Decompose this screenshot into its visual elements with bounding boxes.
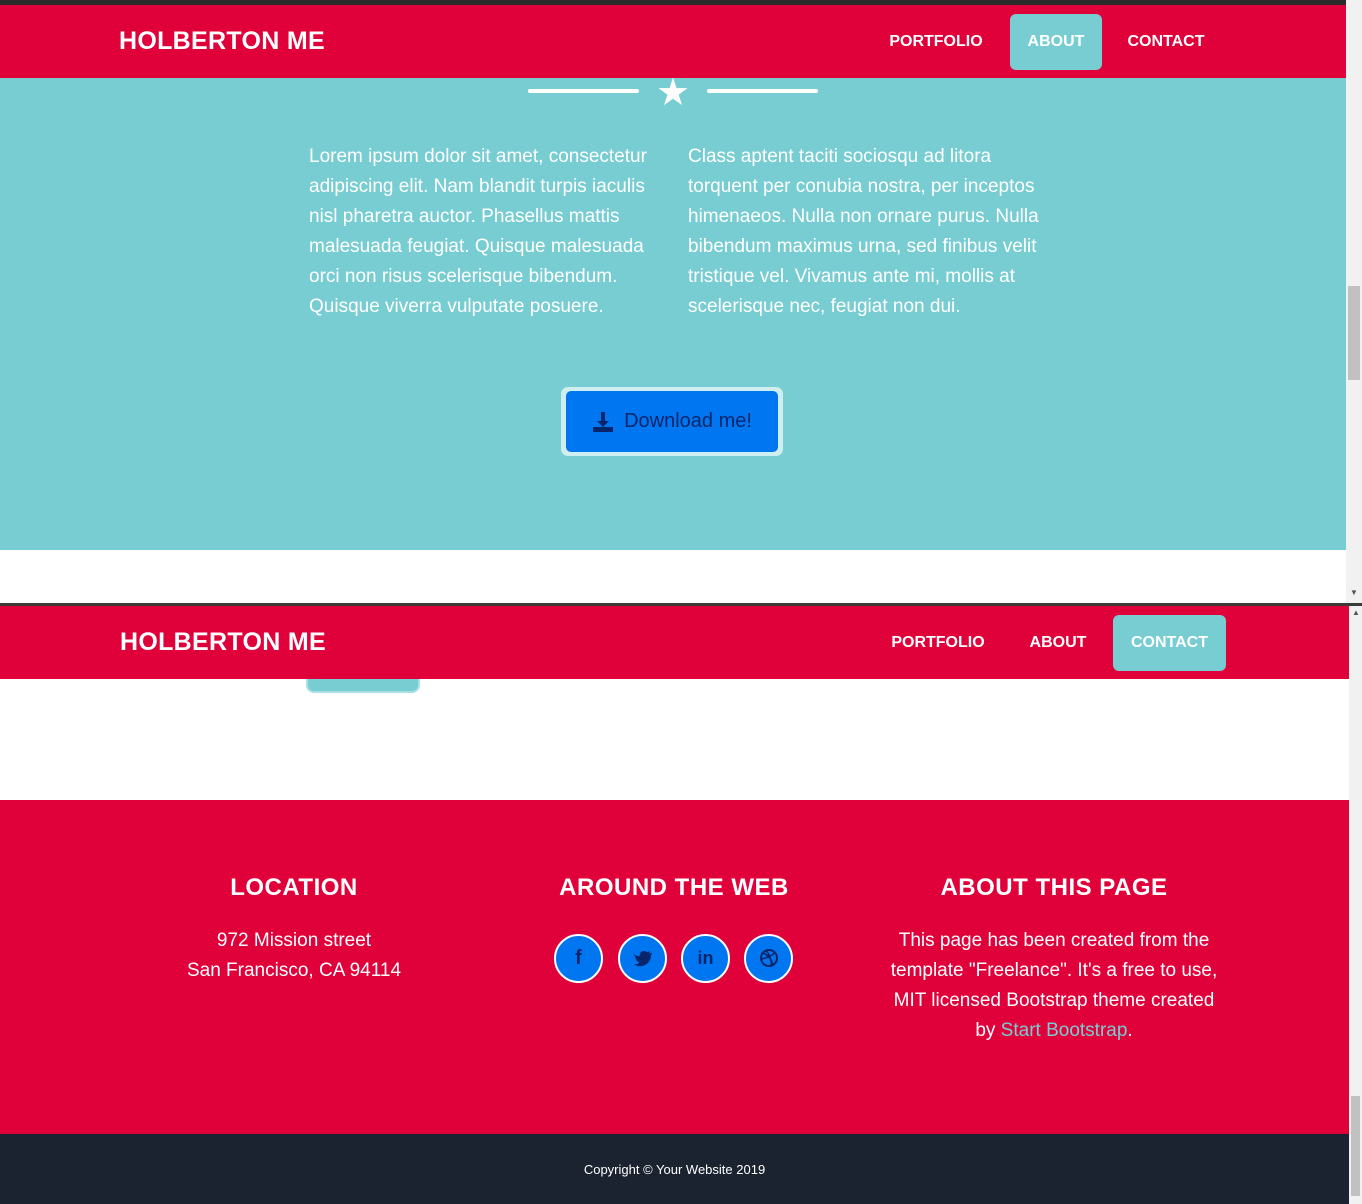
nav-contact[interactable]: CONTACT [1118,14,1214,70]
footer-about-page: ABOUT THIS PAGE This page has been creat… [864,874,1244,1046]
nav-portfolio[interactable]: PORTFOLIO [880,615,996,671]
nav-about[interactable]: ABOUT [1010,14,1102,70]
star-icon: ★ [656,72,691,114]
nav-portfolio[interactable]: PORTFOLIO [878,14,994,70]
viewport-footer: HOLBERTON ME PORTFOLIO ABOUT CONTACT LOC… [0,606,1362,1204]
scroll-down-arrow[interactable]: ▼ [1350,588,1358,597]
twitter-icon[interactable] [618,934,667,983]
dribbble-icon[interactable] [744,934,793,983]
about-section: ★ Lorem ipsum dolor sit amet, consectetu… [0,74,1346,550]
brand-logo[interactable]: HOLBERTON ME [119,27,325,56]
brand-logo[interactable]: HOLBERTON ME [120,628,326,657]
viewport-about: HOLBERTON ME PORTFOLIO ABOUT CONTACT ★ L… [0,0,1362,603]
nav-about[interactable]: ABOUT [1016,615,1100,671]
about-page-period: . [1127,1020,1133,1041]
about-paragraph-right: Class aptent taciti sociosqu ad litora t… [688,146,1039,317]
footer-around-web: AROUND THE WEB [484,874,864,902]
facebook-icon[interactable]: f [554,934,603,983]
scroll-up-arrow[interactable]: ▲ [1352,608,1360,617]
location-address: 972 Mission street San Francisco, CA 941… [104,926,484,986]
about-page-title: ABOUT THIS PAGE [940,874,1168,901]
location-title: LOCATION [230,874,358,901]
around-web-title: AROUND THE WEB [559,874,789,901]
scrollbar-thumb[interactable] [1351,1096,1360,1196]
partial-send-button[interactable] [306,679,420,693]
scrollbar-bottom[interactable]: ▲ [1349,606,1362,1204]
scrollbar-thumb[interactable] [1348,286,1360,380]
footer-location: LOCATION 972 Mission street San Francisc… [104,874,484,986]
navbar: HOLBERTON ME PORTFOLIO ABOUT CONTACT [0,606,1349,679]
navbar: HOLBERTON ME PORTFOLIO ABOUT CONTACT [0,5,1346,78]
address-line-2: San Francisco, CA 94114 [186,960,402,981]
address-line-1: 972 Mission street [216,930,372,951]
scrollbar-top[interactable]: ▼ [1346,0,1362,603]
start-bootstrap-link[interactable]: Start Bootstrap [1001,1020,1128,1041]
download-icon [593,411,614,432]
divider-line-left [528,89,639,93]
linkedin-icon[interactable]: in [681,934,730,983]
download-label: Download me! [624,410,752,432]
about-page-text: This page has been created from the temp… [864,926,1244,1046]
copyright-bar: Copyright © Your Website 2019 [0,1134,1349,1204]
footer: LOCATION 972 Mission street San Francisc… [0,800,1349,1134]
nav-contact[interactable]: CONTACT [1113,615,1226,671]
download-button[interactable]: Download me! [561,387,783,456]
about-paragraph-left: Lorem ipsum dolor sit amet, consectetur … [309,146,647,317]
divider-line-right [707,89,818,93]
